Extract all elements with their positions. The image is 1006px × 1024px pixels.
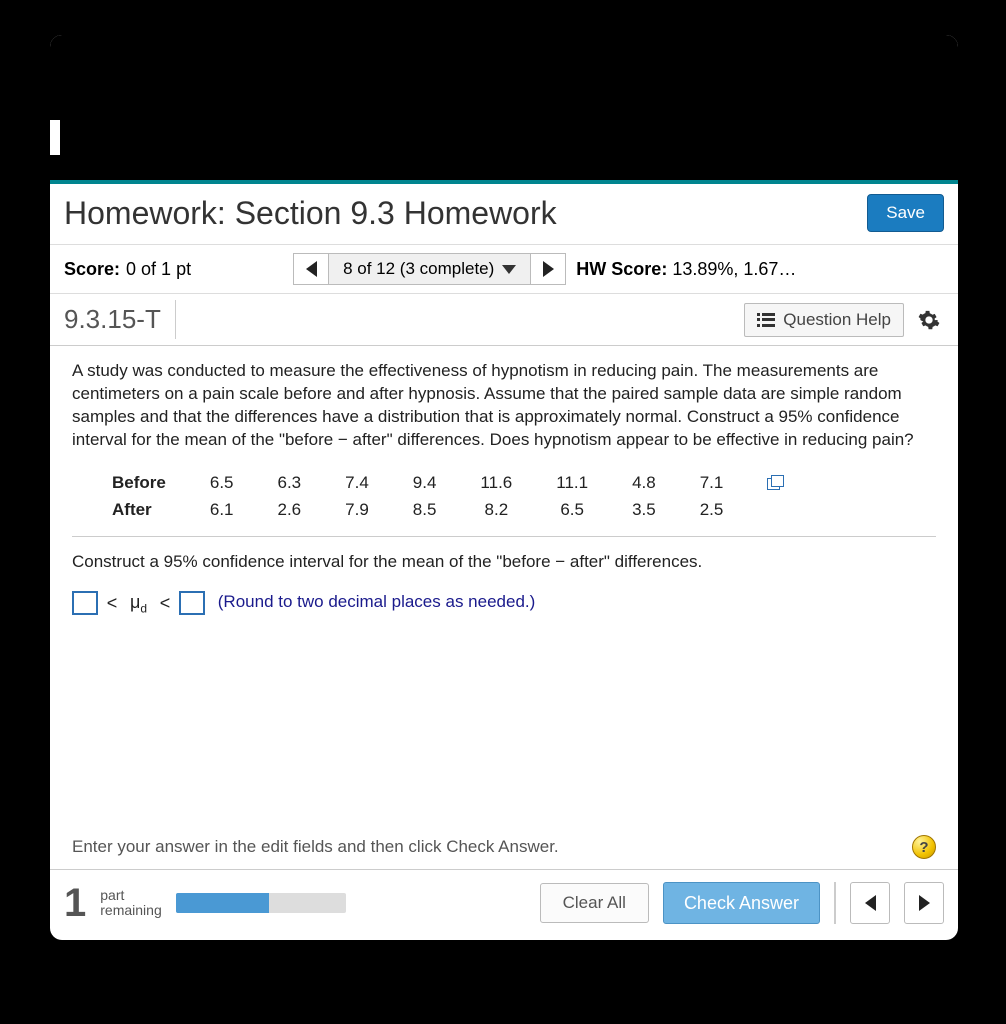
question-nav: 8 of 12 (3 complete) — [293, 253, 566, 285]
progress-bar — [176, 893, 346, 913]
question-content: A study was conducted to measure the eff… — [50, 346, 958, 835]
check-answer-button[interactable]: Check Answer — [663, 882, 820, 924]
hw-score-label: HW Score: — [576, 259, 667, 279]
arrow-left-icon — [865, 895, 876, 911]
list-icon — [757, 313, 775, 327]
score-nav-row: Score: 0 of 1 pt 8 of 12 (3 complete) HW… — [50, 245, 958, 294]
hint-text: Enter your answer in the edit fields and… — [72, 837, 912, 857]
lt-symbol: < — [103, 593, 122, 613]
parts-remaining-count: 1 — [64, 885, 86, 921]
cell: 7.4 — [323, 470, 391, 497]
cell: 2.6 — [256, 497, 324, 524]
score-label: Score: — [64, 259, 120, 280]
question-help-button[interactable]: Question Help — [744, 303, 904, 337]
progress-fill — [176, 893, 270, 913]
page-title: Homework: Section 9.3 Homework — [64, 195, 557, 232]
row-label: After — [112, 497, 188, 524]
cell: 6.1 — [188, 497, 256, 524]
cell: 4.8 — [610, 470, 678, 497]
next-question-button[interactable] — [530, 253, 566, 285]
question-prompt: A study was conducted to measure the eff… — [72, 360, 936, 452]
question-picker[interactable]: 8 of 12 (3 complete) — [329, 253, 530, 285]
chevron-down-icon — [502, 265, 516, 274]
ci-upper-input[interactable] — [179, 591, 205, 615]
app-window: Homework: Section 9.3 Homework Save Scor… — [50, 35, 958, 940]
parts-remaining-label: part remaining — [100, 888, 161, 919]
arrow-right-icon — [543, 261, 554, 277]
footer-next-button[interactable] — [904, 882, 944, 924]
cell: 6.5 — [534, 497, 610, 524]
save-button[interactable]: Save — [867, 194, 944, 232]
cell: 11.6 — [458, 470, 534, 497]
question-header-row: 9.3.15-T Question Help — [50, 294, 958, 346]
copy-table-icon[interactable] — [767, 476, 783, 490]
table-row: After 6.1 2.6 7.9 8.5 8.2 6.5 3.5 2.5 — [112, 497, 805, 524]
round-note: (Round to two decimal places as needed.) — [218, 592, 536, 611]
clear-all-button[interactable]: Clear All — [540, 883, 649, 923]
divider — [72, 536, 936, 537]
progress-text: 8 of 12 (3 complete) — [343, 259, 494, 279]
cell: 9.4 — [391, 470, 459, 497]
ci-entry: < μd < (Round to two decimal places as n… — [72, 590, 936, 617]
cell: 6.3 — [256, 470, 324, 497]
window-titlebar-area — [50, 35, 958, 180]
hw-score: HW Score: 13.89%, 1.67… — [576, 259, 944, 280]
question-number: 9.3.15-T — [50, 300, 176, 339]
arrow-right-icon — [919, 895, 930, 911]
cell: 7.1 — [678, 470, 746, 497]
table-row: Before 6.5 6.3 7.4 9.4 11.6 11.1 4.8 7.1 — [112, 470, 805, 497]
cell: 7.9 — [323, 497, 391, 524]
construct-instruction: Construct a 95% confidence interval for … — [72, 551, 936, 574]
gear-icon — [918, 309, 940, 331]
cell: 8.2 — [458, 497, 534, 524]
mu-symbol: μd — [126, 592, 151, 612]
settings-button[interactable] — [914, 305, 944, 335]
data-table: Before 6.5 6.3 7.4 9.4 11.6 11.1 4.8 7.1… — [112, 470, 805, 524]
divider — [834, 882, 836, 924]
hint-row: Enter your answer in the edit fields and… — [50, 835, 958, 870]
cell: 6.5 — [188, 470, 256, 497]
footer: 1 part remaining Clear All Check Answer — [50, 870, 958, 940]
score-value: 0 of 1 pt — [126, 259, 191, 280]
cell: 11.1 — [534, 470, 610, 497]
hw-score-value: 13.89%, 1.67… — [672, 259, 796, 279]
arrow-left-icon — [306, 261, 317, 277]
cell: 2.5 — [678, 497, 746, 524]
cell: 8.5 — [391, 497, 459, 524]
footer-prev-button[interactable] — [850, 882, 890, 924]
row-label: Before — [112, 470, 188, 497]
help-hint-button[interactable]: ? — [912, 835, 936, 859]
cell: 3.5 — [610, 497, 678, 524]
prev-question-button[interactable] — [293, 253, 329, 285]
ci-lower-input[interactable] — [72, 591, 98, 615]
header: Homework: Section 9.3 Homework Save — [50, 184, 958, 245]
question-help-label: Question Help — [783, 310, 891, 330]
lt-symbol: < — [156, 593, 175, 613]
